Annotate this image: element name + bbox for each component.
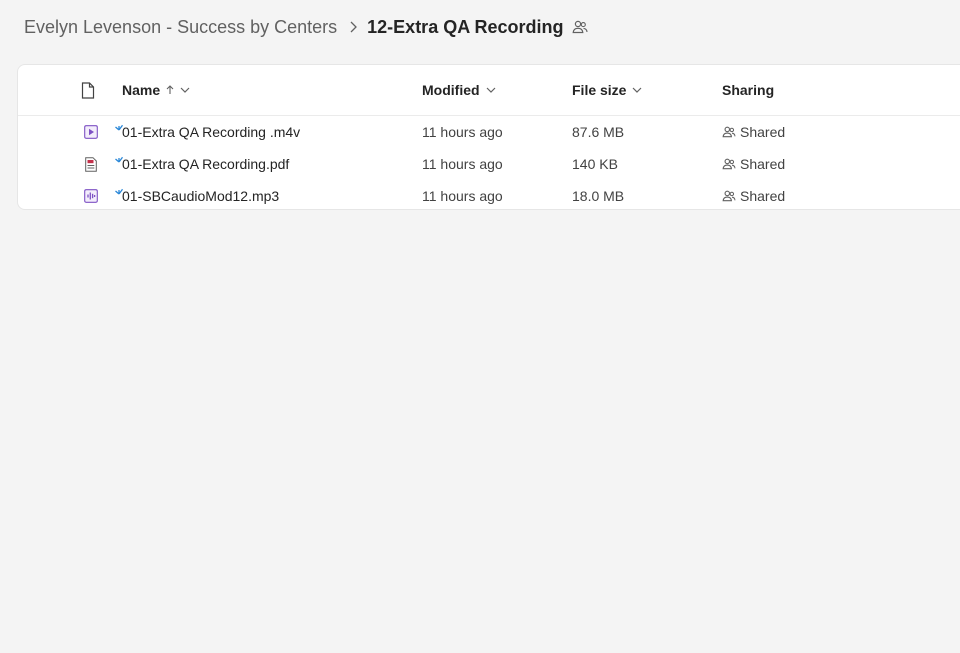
chevron-right-icon (349, 21, 358, 33)
column-header-file-size-label: File size (572, 82, 627, 98)
sharing-label: Shared (740, 188, 786, 204)
sort-ascending-icon (166, 85, 174, 95)
column-header-modified-label: Modified (422, 82, 480, 98)
chevron-down-icon (632, 87, 642, 93)
shared-people-icon (722, 190, 736, 202)
file-list-header: Name Modified File size Sharing (18, 65, 960, 116)
file-size: 87.6 MB (572, 124, 625, 140)
sharing-status[interactable]: Shared (722, 180, 785, 212)
column-header-name[interactable]: Name (122, 65, 190, 115)
breadcrumb-current-folder: 12-Extra QA Recording (367, 16, 564, 37)
column-header-sharing-label: Sharing (722, 82, 775, 98)
pdf-file-icon (85, 148, 97, 180)
breadcrumb-parent-link[interactable]: Evelyn Levenson - Success by Centers (24, 17, 337, 38)
shared-people-icon[interactable] (572, 20, 588, 34)
sharing-status[interactable]: Shared (722, 116, 785, 148)
file-row[interactable]: 01-SBCaudioMod12.mp3 11 hours ago 18.0 M… (18, 180, 960, 212)
shared-people-icon (722, 158, 736, 170)
file-name-link[interactable]: 01-Extra QA Recording.pdf (122, 148, 289, 180)
chevron-down-icon (180, 87, 190, 93)
file-size: 18.0 MB (572, 188, 625, 204)
breadcrumb: Evelyn Levenson - Success by Centers 12-… (24, 14, 588, 40)
audio-file-icon (84, 180, 98, 212)
sharing-label: Shared (740, 124, 786, 140)
sharing-label: Shared (740, 156, 786, 172)
file-size: 140 KB (572, 156, 618, 172)
file-type-header-icon[interactable] (81, 65, 95, 115)
file-list: Name Modified File size Sharing 01-Extra… (17, 64, 960, 210)
file-modified: 11 hours ago (422, 124, 503, 140)
file-name-link[interactable]: 01-Extra QA Recording .m4v (122, 116, 300, 148)
video-file-icon (84, 116, 98, 148)
file-row[interactable]: 01-Extra QA Recording.pdf 11 hours ago 1… (18, 148, 960, 180)
column-header-file-size[interactable]: File size (572, 65, 642, 115)
column-header-sharing[interactable]: Sharing (722, 65, 774, 115)
file-row[interactable]: 01-Extra QA Recording .m4v 11 hours ago … (18, 116, 960, 148)
file-modified: 11 hours ago (422, 188, 503, 204)
sharing-status[interactable]: Shared (722, 148, 785, 180)
column-header-name-label: Name (122, 82, 161, 98)
file-name-link[interactable]: 01-SBCaudioMod12.mp3 (122, 180, 279, 212)
file-modified: 11 hours ago (422, 156, 503, 172)
column-header-modified[interactable]: Modified (422, 65, 496, 115)
chevron-down-icon (486, 87, 496, 93)
shared-people-icon (722, 126, 736, 138)
